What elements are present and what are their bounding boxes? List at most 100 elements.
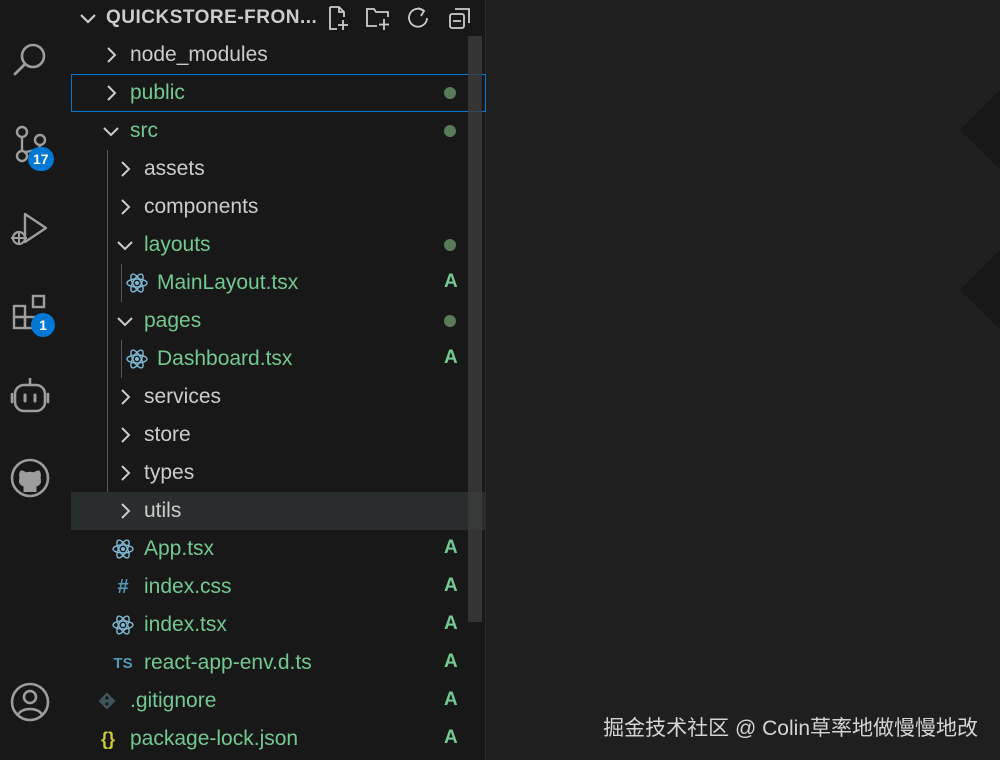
tree-item-label: public <box>130 81 185 104</box>
github-icon <box>10 458 50 498</box>
refresh-button[interactable] <box>404 4 432 32</box>
tree-folder-services[interactable]: services <box>71 378 486 416</box>
tree-file-index-css[interactable]: # index.css A <box>71 568 486 606</box>
site-watermark: 掘金技术社区 @ Colin草率地做慢慢地改 <box>603 717 978 740</box>
refresh-icon <box>408 7 428 28</box>
modified-dot <box>444 87 456 99</box>
tree-item-label: MainLayout.tsx <box>157 271 299 294</box>
chevron-down-icon <box>80 14 96 24</box>
copilot-icon <box>10 378 50 413</box>
modified-dot <box>444 125 456 137</box>
tree-item-label: types <box>144 461 195 484</box>
git-status-added: A <box>444 727 458 748</box>
github-button[interactable] <box>0 448 60 508</box>
chevron-right-icon <box>121 503 131 519</box>
explorer-header[interactable]: QUICKSTORE-FRON... <box>60 0 486 36</box>
tree-item-label: components <box>144 195 259 218</box>
new-file-button[interactable] <box>324 4 352 32</box>
tree-folder-src[interactable]: src <box>71 112 486 150</box>
chevron-down-icon <box>117 317 133 327</box>
git-status-added: A <box>444 651 458 672</box>
typescript-icon: TS <box>113 654 133 672</box>
tree-item-label: assets <box>144 157 205 180</box>
react-icon <box>112 538 134 560</box>
chevron-right-icon <box>121 161 131 177</box>
activity-bar: 17 1 <box>0 0 60 760</box>
explorer-scrollbar[interactable] <box>468 36 482 622</box>
tree-folder-utils[interactable]: utils <box>71 492 486 530</box>
new-folder-icon <box>366 8 389 30</box>
tree-file-index-tsx[interactable]: index.tsx A <box>71 606 486 644</box>
tree-item-label: services <box>144 385 222 408</box>
react-icon <box>126 348 148 370</box>
tree-folder-node-modules[interactable]: node_modules <box>71 36 486 74</box>
tree-item-label: .gitignore <box>130 689 217 712</box>
explorer-panel: QUICKSTORE-FRON... node_modules public s… <box>60 0 486 760</box>
tree-item-label: src <box>130 119 158 142</box>
run-debug-button[interactable] <box>0 198 60 258</box>
git-status-added: A <box>444 689 458 710</box>
chevron-right-icon <box>121 427 131 443</box>
account-button[interactable] <box>0 672 60 732</box>
tree-item-label: index.css <box>144 575 232 598</box>
editor-area: 掘金技术社区 @ Colin草率地做慢慢地改 <box>487 0 1000 760</box>
tree-folder-layouts[interactable]: layouts <box>71 226 486 264</box>
tree-item-label: App.tsx <box>144 537 215 560</box>
tree-file-dashboard[interactable]: Dashboard.tsx A <box>71 340 486 378</box>
tree-item-label: Dashboard.tsx <box>157 347 293 370</box>
chevron-down-icon <box>117 241 133 251</box>
git-status-added: A <box>444 271 458 292</box>
tree-item-label: pages <box>144 309 202 332</box>
run-debug-icon <box>11 212 48 246</box>
git-status-added: A <box>444 575 458 596</box>
collapse-all-icon <box>449 8 470 29</box>
search-button[interactable] <box>0 30 60 90</box>
tree-file-gitignore[interactable]: .gitignore A <box>71 682 486 720</box>
source-control-button[interactable]: 17 <box>0 114 60 174</box>
collapse-all-button[interactable] <box>446 4 474 32</box>
search-icon <box>13 43 46 76</box>
tree-folder-public[interactable]: public <box>71 74 486 112</box>
chevron-right-icon <box>107 85 117 101</box>
react-icon <box>126 272 148 294</box>
tree-file-app[interactable]: App.tsx A <box>71 530 486 568</box>
new-file-icon <box>329 6 348 30</box>
git-status-added: A <box>444 613 458 634</box>
json-icon: {} <box>100 728 115 749</box>
tree-folder-store[interactable]: store <box>71 416 486 454</box>
vscode-watermark-shape <box>960 250 1000 330</box>
git-status-added: A <box>444 347 458 368</box>
explorer-title: QUICKSTORE-FRON... <box>106 7 318 28</box>
vscode-watermark-shape <box>960 90 1000 170</box>
modified-dot <box>444 315 456 327</box>
extensions-button[interactable]: 1 <box>0 282 60 342</box>
tree-folder-pages[interactable]: pages <box>71 302 486 340</box>
git-status-added: A <box>444 537 458 558</box>
tree-item-label: layouts <box>144 233 211 256</box>
chevron-right-icon <box>121 199 131 215</box>
chevron-down-icon <box>103 127 119 137</box>
react-icon <box>112 614 134 636</box>
css-icon: # <box>117 575 129 598</box>
tree-item-label: node_modules <box>130 43 268 66</box>
copilot-button[interactable] <box>0 366 60 426</box>
account-icon <box>10 682 50 722</box>
tree-item-label: store <box>144 423 191 446</box>
tree-item-label: utils <box>144 499 182 522</box>
tree-folder-types[interactable]: types <box>71 454 486 492</box>
chevron-right-icon <box>121 465 131 481</box>
tree-folder-components[interactable]: components <box>71 188 486 226</box>
new-folder-button[interactable] <box>364 4 392 32</box>
tree-item-label: index.tsx <box>144 613 227 636</box>
modified-dot <box>444 239 456 251</box>
extensions-badge: 1 <box>31 313 55 337</box>
chevron-right-icon <box>121 389 131 405</box>
tree-file-react-app-env[interactable]: TS react-app-env.d.ts A <box>71 644 486 682</box>
git-icon <box>96 690 118 712</box>
tree-folder-assets[interactable]: assets <box>71 150 486 188</box>
tree-item-label: package-lock.json <box>130 727 299 750</box>
tree-file-package-lock[interactable]: {} package-lock.json A <box>71 720 486 758</box>
tree-file-mainlayout[interactable]: MainLayout.tsx A <box>71 264 486 302</box>
source-control-badge: 17 <box>28 147 54 171</box>
chevron-right-icon <box>107 47 117 63</box>
